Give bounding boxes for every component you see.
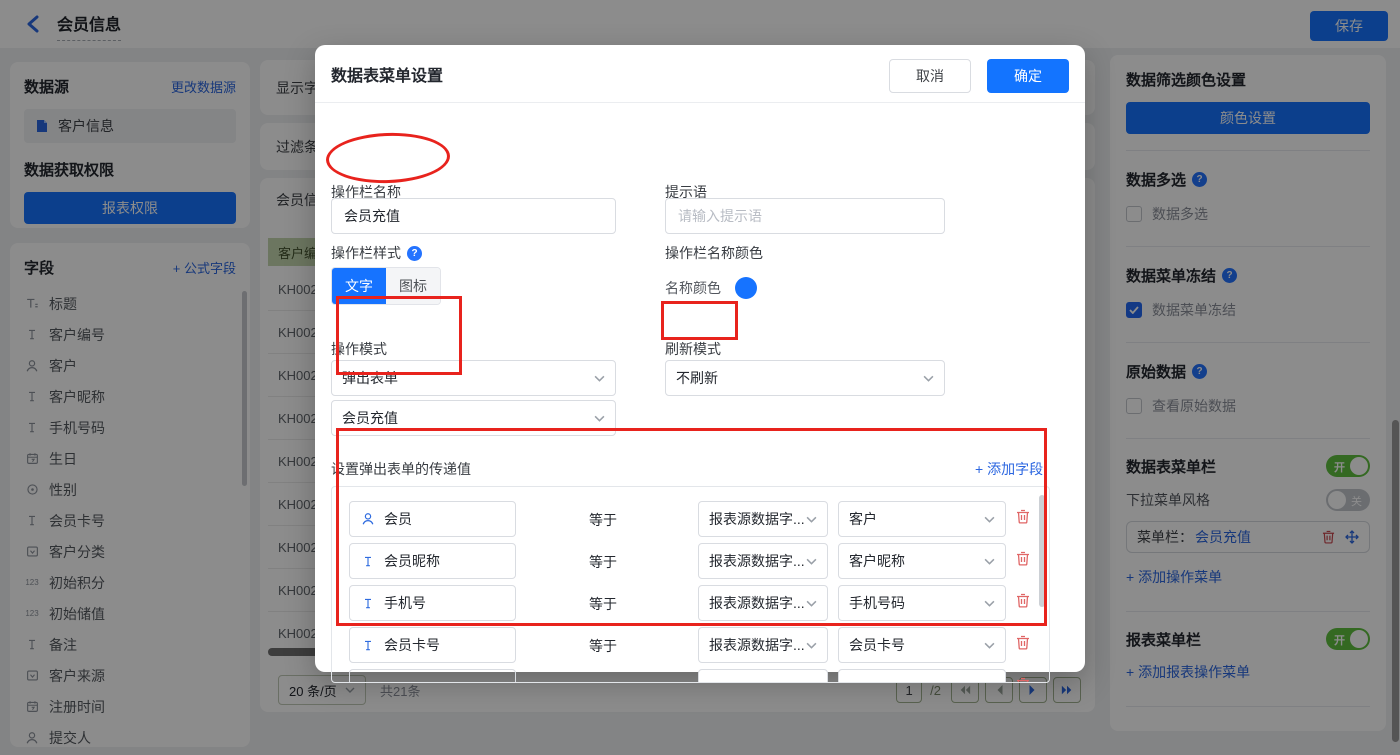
chevron-down-icon: [594, 375, 605, 382]
pass-value-row: 会员 等于 报表源数据字... 客户: [332, 501, 1049, 537]
popup-form-select[interactable]: 会员充值: [331, 400, 616, 436]
text-icon: [360, 555, 376, 568]
chevron-down-icon: [984, 558, 995, 565]
source-field-select-value: 会员卡号: [849, 637, 905, 653]
text-icon: [360, 639, 376, 652]
name-color-title: 操作栏名称颜色: [665, 245, 763, 261]
equals-label: 等于: [589, 596, 617, 612]
target-field-input[interactable]: [349, 669, 516, 683]
datatable-menu-settings-modal: 数据表菜单设置 × 操作栏名称 提示语 操作栏样式? 文字 图标 操作栏名称颜色…: [315, 45, 1085, 683]
chevron-down-icon: [806, 516, 817, 523]
source-type-select[interactable]: 报表源数据字...: [698, 543, 828, 579]
pass-value-rows: 会员 等于 报表源数据字... 客户 会员昵称 等于 报表源数据字... 客户昵称 手机号 等于报…: [331, 486, 1050, 683]
delete-row-button[interactable]: [1016, 551, 1030, 569]
trash-icon: [1017, 551, 1029, 566]
source-field-select-value: 手机号码: [849, 595, 905, 611]
source-type-select-value: 报表源数据字...: [709, 595, 805, 611]
equals-label: 等于: [589, 554, 617, 570]
pass-value-row: [332, 669, 1049, 683]
help-icon[interactable]: ?: [407, 245, 422, 261]
source-type-select-value: 报表源数据字...: [709, 511, 805, 527]
refresh-mode-label: 刷新模式: [665, 341, 721, 357]
source-type-select[interactable]: 报表源数据字...: [698, 627, 828, 663]
tab-icon-style[interactable]: 图标: [386, 268, 440, 304]
source-type-select-value: 报表源数据字...: [709, 553, 805, 569]
equals-label: 等于: [589, 512, 617, 528]
delete-row-button[interactable]: [1016, 635, 1030, 653]
pass-value-row: 会员卡号 等于 报表源数据字... 会员卡号: [332, 627, 1049, 663]
cancel-button[interactable]: 取消: [889, 59, 971, 93]
confirm-button[interactable]: 确定: [987, 59, 1069, 93]
trash-icon: [1017, 509, 1029, 524]
pass-value-row: 手机号 等于 报表源数据字... 手机号码: [332, 585, 1049, 621]
trash-icon: [1017, 635, 1029, 650]
tab-text-style[interactable]: 文字: [332, 268, 386, 304]
target-field-input[interactable]: 会员卡号: [349, 627, 516, 663]
operation-mode-select[interactable]: 弹出表单: [331, 360, 616, 396]
chevron-down-icon: [806, 600, 817, 607]
source-field-select[interactable]: 手机号码: [838, 585, 1006, 621]
source-field-select[interactable]: 客户: [838, 501, 1006, 537]
name-color-label: 名称颜色: [665, 280, 721, 296]
source-type-select[interactable]: [698, 669, 828, 682]
action-bar-style-label: 操作栏样式?: [331, 243, 422, 263]
pass-value-row: 会员昵称 等于 报表源数据字... 客户昵称: [332, 543, 1049, 579]
refresh-mode-select[interactable]: 不刷新: [665, 360, 945, 396]
pass-value-title: 设置弹出表单的传递值: [331, 461, 471, 477]
page-scrollbar[interactable]: [1392, 420, 1399, 742]
chevron-down-icon: [984, 516, 995, 523]
text-icon: [360, 681, 376, 683]
chevron-down-icon: [984, 642, 995, 649]
trash-icon: [1017, 677, 1029, 682]
source-type-select[interactable]: 报表源数据字...: [698, 501, 828, 537]
chevron-down-icon: [923, 375, 934, 382]
source-type-select[interactable]: 报表源数据字...: [698, 585, 828, 621]
rows-scrollbar[interactable]: [1039, 495, 1045, 607]
chevron-down-icon: [806, 558, 817, 565]
target-field-label: 手机号: [384, 595, 426, 611]
color-swatch[interactable]: [735, 277, 757, 299]
trash-icon: [1017, 593, 1029, 608]
chevron-down-icon: [594, 415, 605, 422]
delete-row-button[interactable]: [1016, 593, 1030, 611]
action-bar-name-input[interactable]: [331, 198, 616, 234]
equals-label: 等于: [589, 638, 617, 654]
chevron-down-icon: [806, 642, 817, 649]
target-field-input[interactable]: 会员昵称: [349, 543, 516, 579]
target-field-label: 会员昵称: [384, 553, 440, 569]
style-tab-group: 文字 图标: [331, 267, 441, 305]
text-icon: [360, 597, 376, 610]
source-field-select-value: 客户: [849, 511, 877, 527]
source-type-select-value: 报表源数据字...: [709, 637, 805, 653]
target-field-label: 会员卡号: [384, 637, 440, 653]
source-field-select[interactable]: 客户昵称: [838, 543, 1006, 579]
chevron-down-icon: [984, 600, 995, 607]
name-color-row: 名称颜色: [665, 277, 757, 299]
modal-title: 数据表菜单设置: [331, 67, 444, 85]
source-field-select[interactable]: [838, 669, 1006, 682]
operation-mode-label: 操作模式: [331, 341, 387, 357]
delete-row-button[interactable]: [1016, 509, 1030, 527]
delete-row-button[interactable]: [1016, 677, 1030, 682]
person-icon: [360, 512, 376, 526]
source-field-select[interactable]: 会员卡号: [838, 627, 1006, 663]
target-field-label: 会员: [384, 511, 412, 527]
add-field-link[interactable]: + 添加字段: [975, 459, 1043, 479]
target-field-input[interactable]: 手机号: [349, 585, 516, 621]
tip-input[interactable]: [665, 198, 945, 234]
source-field-select-value: 客户昵称: [849, 553, 905, 569]
target-field-input[interactable]: 会员: [349, 501, 516, 537]
